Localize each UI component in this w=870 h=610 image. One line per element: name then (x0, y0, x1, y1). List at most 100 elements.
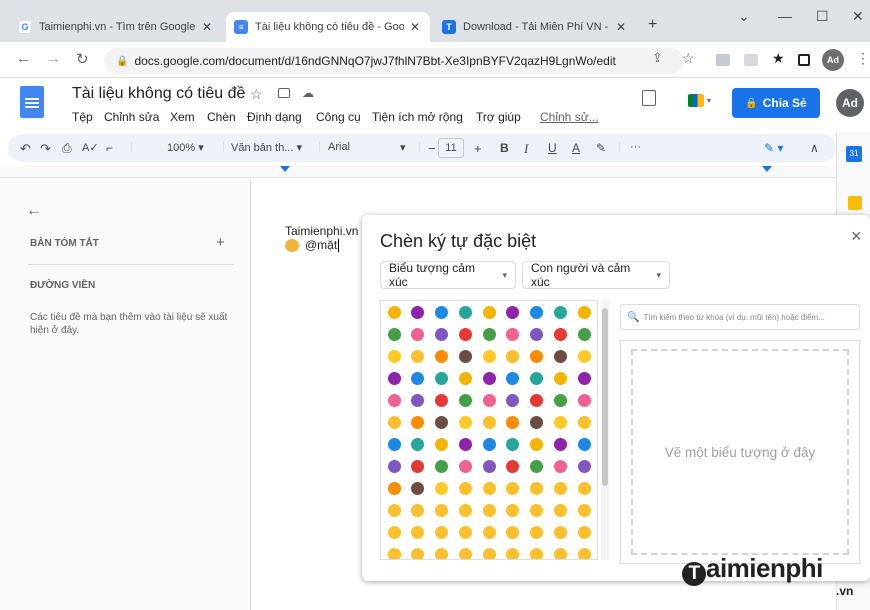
menu-kebab-icon[interactable]: ⋮ (856, 50, 870, 67)
underline-icon[interactable]: U (548, 141, 557, 155)
style-select[interactable]: Văn bản th... ▾ (231, 141, 302, 154)
close-tab-icon[interactable]: ✕ (614, 20, 628, 34)
emoji-cell[interactable] (480, 480, 498, 496)
increase-font-icon[interactable]: + (474, 141, 482, 156)
side-panel-icon[interactable] (798, 54, 810, 66)
emoji-cell[interactable] (385, 326, 403, 342)
emoji-cell[interactable] (409, 326, 427, 342)
scrollbar-thumb[interactable] (602, 308, 608, 486)
category-dropdown[interactable]: Biểu tượng cảm xúc ▾ (380, 261, 516, 289)
emoji-cell[interactable] (504, 348, 522, 364)
new-tab-button[interactable]: + (648, 16, 657, 34)
extension-icon[interactable] (744, 54, 758, 66)
emoji-cell[interactable] (456, 304, 474, 320)
emoji-cell[interactable] (433, 348, 451, 364)
cloud-status-icon[interactable]: ☁ (302, 86, 314, 100)
undo-icon[interactable]: ↶ (20, 141, 31, 157)
emoji-cell[interactable] (575, 326, 593, 342)
emoji-cell[interactable] (480, 458, 498, 474)
emoji-cell[interactable] (480, 502, 498, 518)
emoji-cell[interactable] (528, 436, 546, 452)
emoji-cell[interactable] (480, 326, 498, 342)
emoji-cell[interactable] (409, 370, 427, 386)
italic-icon[interactable]: I (524, 141, 528, 157)
emoji-cell[interactable] (385, 348, 403, 364)
emoji-cell[interactable] (551, 414, 569, 430)
emoji-cell[interactable] (456, 502, 474, 518)
emoji-cell[interactable] (480, 370, 498, 386)
emoji-cell[interactable] (480, 524, 498, 540)
print-icon[interactable]: ⎙ (62, 141, 72, 156)
emoji-cell[interactable] (409, 304, 427, 320)
emoji-cell[interactable] (504, 414, 522, 430)
emoji-cell[interactable] (528, 480, 546, 496)
menu-view[interactable]: Xem (170, 110, 195, 124)
close-dialog-button[interactable]: × (851, 226, 862, 247)
emoji-cell[interactable] (480, 414, 498, 430)
menu-tools[interactable]: Công cụ (316, 110, 361, 124)
close-tab-icon[interactable]: ✕ (408, 20, 422, 34)
emoji-cell[interactable] (480, 436, 498, 452)
emoji-cell[interactable] (575, 348, 593, 364)
emoji-cell[interactable] (456, 414, 474, 430)
extensions-puzzle-icon[interactable]: ★ (772, 50, 785, 67)
emoji-cell[interactable] (504, 458, 522, 474)
emoji-cell[interactable] (551, 436, 569, 452)
subcategory-dropdown[interactable]: Con người và cảm xúc ▾ (522, 261, 670, 289)
tab-taimienphi-search[interactable]: G Taimienphi.vn - Tìm trên Google ✕ (10, 12, 222, 42)
emoji-cell[interactable] (433, 392, 451, 408)
emoji-cell[interactable] (385, 458, 403, 474)
emoji-cell[interactable] (480, 546, 498, 559)
emoji-cell[interactable] (385, 414, 403, 430)
emoji-cell[interactable] (456, 370, 474, 386)
emoji-cell[interactable] (575, 392, 593, 408)
menu-edit[interactable]: Chỉnh sửa (104, 110, 159, 124)
emoji-cell[interactable] (575, 546, 593, 559)
emoji-cell[interactable] (456, 546, 474, 559)
emoji-cell[interactable] (528, 370, 546, 386)
emoji-cell[interactable] (551, 392, 569, 408)
emoji-cell[interactable] (480, 348, 498, 364)
emoji-cell[interactable] (480, 392, 498, 408)
emoji-cell[interactable] (456, 458, 474, 474)
emoji-cell[interactable] (409, 392, 427, 408)
close-tab-icon[interactable]: ✕ (200, 20, 214, 34)
emoji-cell[interactable] (528, 304, 546, 320)
share-button[interactable]: 🔒 Chia Sẻ (732, 88, 820, 118)
tab-download-taimienphi[interactable]: T Download - Tải Miễn Phí VN - Ph ✕ (434, 12, 636, 42)
profile-avatar[interactable]: Ad (822, 49, 844, 71)
paint-format-icon[interactable]: ⌐ (106, 141, 113, 155)
reload-icon[interactable]: ↻ (76, 50, 89, 68)
emoji-cell[interactable] (385, 304, 403, 320)
redo-icon[interactable]: ↷ (40, 141, 51, 157)
doc-mention-line[interactable]: @mặt (285, 238, 340, 252)
add-summary-button[interactable]: + (216, 234, 225, 251)
emoji-cell[interactable] (551, 304, 569, 320)
menu-insert[interactable]: Chèn (207, 110, 236, 124)
emoji-cell[interactable] (409, 436, 427, 452)
emoji-cell[interactable] (409, 502, 427, 518)
menu-file[interactable]: Tệp (72, 110, 93, 124)
emoji-cell[interactable] (409, 546, 427, 559)
emoji-cell[interactable] (504, 480, 522, 496)
emoji-cell[interactable] (456, 392, 474, 408)
font-select[interactable]: Arial (328, 141, 350, 153)
maximize-button[interactable]: ☐ (816, 8, 829, 25)
emoji-cell[interactable] (504, 370, 522, 386)
emoji-cell[interactable] (433, 436, 451, 452)
editing-mode-icon[interactable]: ✎ ▾ (764, 141, 783, 155)
emoji-cell[interactable] (575, 480, 593, 496)
emoji-cell[interactable] (504, 392, 522, 408)
menu-help[interactable]: Trợ giúp (476, 110, 521, 124)
emoji-cell[interactable] (385, 392, 403, 408)
emoji-cell[interactable] (575, 524, 593, 540)
emoji-cell[interactable] (385, 480, 403, 496)
meet-button[interactable]: ▾ (684, 88, 724, 112)
account-avatar[interactable]: Ad (836, 89, 864, 117)
emoji-cell[interactable] (409, 348, 427, 364)
star-icon[interactable]: ☆ (250, 86, 263, 103)
font-size-input[interactable]: 11 (438, 138, 464, 158)
emoji-cell[interactable] (385, 370, 403, 386)
spellcheck-icon[interactable]: A✓ (82, 141, 99, 154)
back-arrow-icon[interactable]: ← (26, 202, 42, 220)
